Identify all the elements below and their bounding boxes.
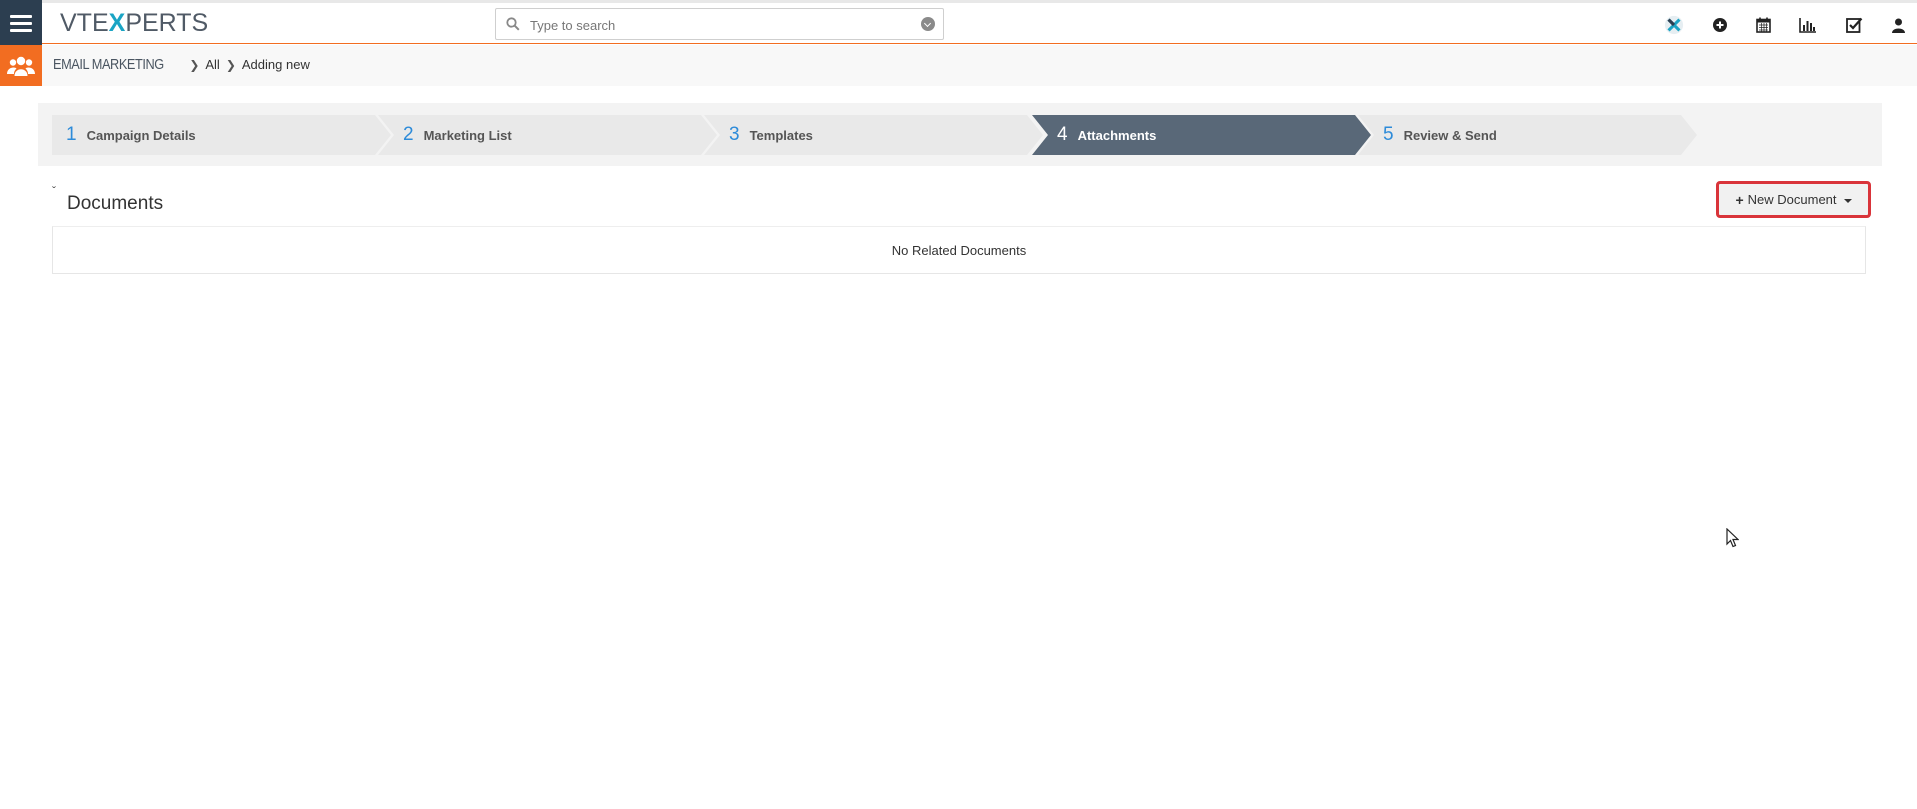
step-label: Attachments <box>1077 127 1157 143</box>
module-header: EMAIL MARKETING ❯ All ❯ Adding new <box>0 45 1917 86</box>
users-group-icon <box>7 56 35 76</box>
chevron-right-icon: ❯ <box>225 58 236 72</box>
caret-down-icon <box>1843 198 1852 203</box>
top-bar: VTEXPERTS <box>0 0 1917 47</box>
wizard-step-attachments[interactable]: 4 Attachments <box>1032 115 1371 155</box>
documents-collapse-toggle[interactable]: ˇ <box>52 184 56 198</box>
logo-text-pre: VTE <box>60 9 109 37</box>
breadcrumb-current: Adding new <box>241 57 310 72</box>
step-label: Templates <box>749 127 813 143</box>
breadcrumb: EMAIL MARKETING ❯ All ❯ Adding new <box>53 56 310 73</box>
add-icon[interactable] <box>1710 15 1730 35</box>
module-icon[interactable] <box>0 45 42 86</box>
search-icon <box>506 17 520 31</box>
wizard-step-marketing-list[interactable]: 2 Marketing List <box>378 115 717 155</box>
documents-list: No Related Documents <box>52 226 1866 274</box>
wizard-step-templates[interactable]: 3 Templates <box>704 115 1043 155</box>
plus-icon: + <box>1735 191 1744 208</box>
step-number: 4 <box>1057 124 1068 145</box>
tasks-icon[interactable] <box>1844 15 1864 35</box>
chevron-right-icon: ❯ <box>189 58 200 72</box>
search-input[interactable] <box>528 14 902 36</box>
step-number: 1 <box>66 124 77 145</box>
step-label: Marketing List <box>423 127 512 143</box>
user-icon[interactable] <box>1888 15 1908 35</box>
step-label: Review & Send <box>1403 127 1497 143</box>
documents-title: Documents <box>67 193 164 214</box>
empty-documents-message: No Related Documents <box>891 242 1027 258</box>
wizard-step-review-send[interactable]: 5 Review & Send <box>1358 115 1697 155</box>
step-label: Campaign Details <box>86 127 196 143</box>
mouse-pointer-icon <box>1726 528 1739 548</box>
vtexperts-logo[interactable]: VTEXPERTS <box>60 9 208 38</box>
step-number: 5 <box>1383 124 1394 145</box>
wizard-step-campaign-details[interactable]: 1 Campaign Details <box>52 115 391 155</box>
search-options-chevron-icon[interactable] <box>921 17 935 31</box>
new-document-label: New Document <box>1747 192 1837 207</box>
logo-text-x: X <box>108 9 126 37</box>
global-search <box>495 8 944 40</box>
campaign-wizard: 1 Campaign Details 2 Marketing List 3 Templ… <box>38 103 1882 166</box>
step-number: 3 <box>729 124 740 145</box>
calendar-icon[interactable] <box>1753 15 1773 35</box>
step-number: 2 <box>403 124 414 145</box>
reports-icon[interactable] <box>1797 15 1817 35</box>
new-document-button[interactable]: + New Document <box>1716 181 1871 218</box>
vtexperts-icon[interactable] <box>1664 15 1684 35</box>
breadcrumb-all[interactable]: All <box>205 57 219 72</box>
breadcrumb-module[interactable]: EMAIL MARKETING <box>53 56 164 73</box>
logo-text-post: PERTS <box>125 9 209 37</box>
